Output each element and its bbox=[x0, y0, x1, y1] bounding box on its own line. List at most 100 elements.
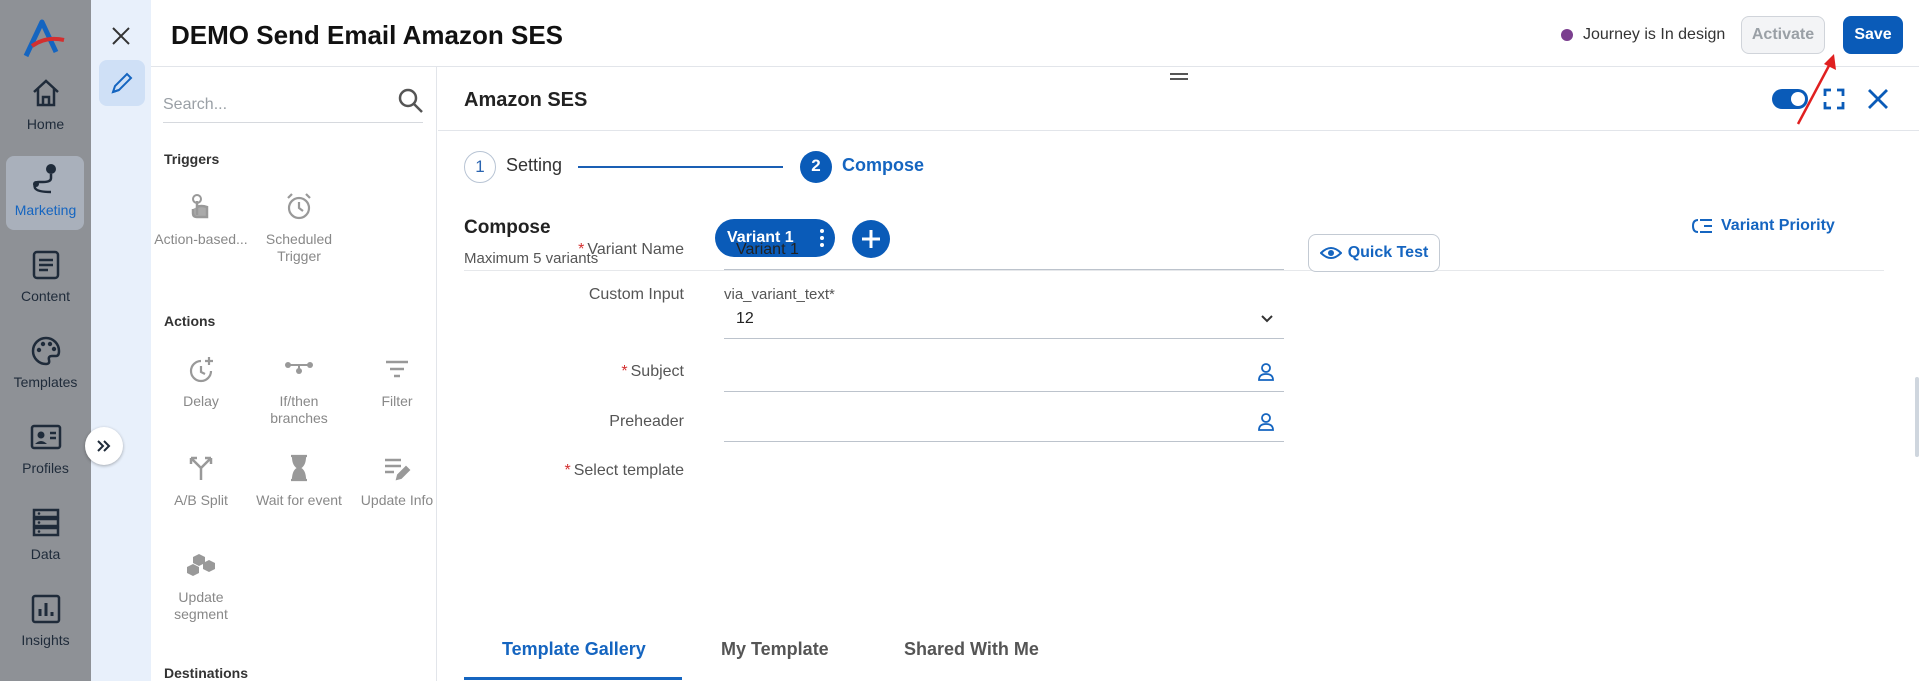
required-asterisk: * bbox=[564, 462, 571, 479]
subject-label: * Subject bbox=[621, 363, 684, 380]
preheader-label-wrap: Preheader bbox=[464, 413, 684, 437]
required-asterisk: * bbox=[621, 363, 628, 380]
filter-icon bbox=[381, 353, 413, 385]
chart-icon bbox=[29, 592, 63, 626]
variant-name-field[interactable]: Variant 1 bbox=[724, 230, 1284, 270]
preheader-field[interactable] bbox=[724, 402, 1284, 442]
branch-icon bbox=[283, 353, 315, 385]
variant-name-label-wrap: * Variant Name bbox=[464, 241, 684, 265]
tab-my-template[interactable]: My Template bbox=[721, 639, 829, 660]
tool-strip bbox=[91, 0, 151, 681]
custom-input-label-wrap: Custom Input bbox=[464, 286, 684, 310]
search-icon[interactable] bbox=[397, 87, 425, 115]
nav-item-profiles[interactable]: Profiles bbox=[0, 420, 91, 500]
panel-toggle[interactable] bbox=[1772, 89, 1808, 109]
tool-update-info[interactable]: Update Info bbox=[349, 452, 436, 509]
step-1-label[interactable]: Setting bbox=[506, 155, 562, 176]
person-icon[interactable] bbox=[1256, 362, 1276, 382]
profile-card-icon bbox=[29, 420, 63, 454]
variant-priority-button[interactable]: Variant Priority bbox=[1691, 217, 1835, 235]
database-icon bbox=[29, 506, 63, 540]
nav-item-marketing[interactable]: Marketing bbox=[0, 156, 91, 242]
segment-icon bbox=[185, 549, 217, 581]
tool-label: Update Info bbox=[360, 492, 434, 508]
person-icon[interactable] bbox=[1256, 412, 1276, 432]
panel-divider bbox=[438, 130, 1919, 131]
tab-template-gallery[interactable]: Template Gallery bbox=[502, 639, 646, 660]
actions-title: Actions bbox=[164, 313, 216, 329]
nav-item-home[interactable]: Home bbox=[0, 76, 91, 156]
variant-name-label: * Variant Name bbox=[578, 241, 684, 258]
nav-item-content[interactable]: Content bbox=[0, 248, 91, 328]
custom-input-label: Custom Input bbox=[588, 286, 684, 303]
search-input[interactable] bbox=[163, 87, 423, 123]
select-template-label-wrap: * Select template bbox=[464, 462, 684, 486]
custom-input-select[interactable]: 12 bbox=[724, 299, 1284, 339]
tool-label: Scheduled Trigger bbox=[265, 231, 333, 264]
tool-update-segment[interactable]: Update segment bbox=[153, 549, 249, 623]
chevron-down-icon bbox=[1260, 312, 1274, 326]
nav-label-data: Data bbox=[30, 546, 61, 562]
tab-shared-with-me[interactable]: Shared With Me bbox=[904, 639, 1039, 660]
tool-wait-for-event[interactable]: Wait for event bbox=[251, 452, 347, 509]
fullscreen-icon[interactable] bbox=[1822, 87, 1846, 111]
preheader-label: Preheader bbox=[609, 413, 684, 430]
tool-label: Delay bbox=[183, 393, 219, 409]
triggers-title: Triggers bbox=[164, 151, 220, 167]
tool-ab-split[interactable]: A/B Split bbox=[153, 452, 249, 509]
step-2-number[interactable]: 2 bbox=[800, 151, 832, 183]
step-2-label[interactable]: Compose bbox=[842, 155, 924, 176]
node-palette: Triggers Action-based... Scheduled Trigg… bbox=[151, 67, 437, 681]
expand-sidebar-button[interactable] bbox=[85, 427, 123, 465]
step-1-number[interactable]: 1 bbox=[464, 151, 496, 183]
hourglass-icon bbox=[283, 452, 315, 484]
edit-pencil-button[interactable] bbox=[99, 60, 145, 106]
close-icon[interactable] bbox=[1866, 87, 1890, 111]
tool-label: Wait for event bbox=[256, 492, 342, 508]
tool-delay[interactable]: Delay bbox=[153, 353, 249, 410]
pencil-icon bbox=[111, 72, 133, 94]
tool-filter[interactable]: Filter bbox=[349, 353, 436, 410]
nav-item-data[interactable]: Data bbox=[0, 506, 91, 586]
status-dot bbox=[1561, 29, 1573, 41]
custom-input-value: 12 bbox=[736, 310, 754, 327]
compose-title: Compose bbox=[464, 217, 551, 238]
tool-action-based[interactable]: Action-based... bbox=[153, 191, 249, 248]
nav-label-marketing: Marketing bbox=[14, 202, 77, 218]
eye-icon bbox=[1319, 247, 1342, 259]
nav-label-home: Home bbox=[26, 116, 65, 132]
save-button[interactable]: Save bbox=[1843, 16, 1903, 54]
nav-label-templates: Templates bbox=[13, 374, 78, 390]
status-text: Journey is In design bbox=[1583, 26, 1726, 43]
edit-list-icon bbox=[381, 452, 413, 484]
tool-label: A/B Split bbox=[174, 492, 228, 508]
journey-header: DEMO Send Email Amazon SES Journey is In… bbox=[151, 0, 1919, 67]
journey-icon bbox=[29, 162, 63, 196]
variant-priority-label: Variant Priority bbox=[1721, 217, 1835, 234]
nav-label-content: Content bbox=[20, 288, 71, 304]
tool-label: If/then branches bbox=[270, 393, 328, 426]
app-logo[interactable] bbox=[22, 18, 68, 60]
tool-scheduled-trigger[interactable]: Scheduled Trigger bbox=[251, 191, 347, 265]
node-config-panel: Amazon SES 1 Setting 2 Compose Compose M… bbox=[438, 67, 1919, 681]
panel-title: Amazon SES bbox=[464, 89, 588, 111]
subject-field[interactable] bbox=[724, 352, 1284, 392]
alarm-clock-icon bbox=[283, 191, 315, 223]
journey-title: DEMO Send Email Amazon SES bbox=[171, 20, 564, 50]
journey-status: Journey is In design bbox=[1561, 26, 1725, 44]
double-chevron-right-icon bbox=[97, 440, 111, 452]
nav-label-insights: Insights bbox=[21, 632, 70, 648]
quick-test-button[interactable]: Quick Test bbox=[1308, 234, 1440, 272]
quick-test-label: Quick Test bbox=[1347, 244, 1429, 261]
scrollbar[interactable] bbox=[1915, 377, 1919, 457]
nav-item-insights[interactable]: Insights bbox=[0, 592, 91, 672]
activate-button[interactable]: Activate bbox=[1741, 16, 1825, 54]
content-icon bbox=[29, 248, 63, 282]
compose-divider bbox=[464, 270, 1884, 271]
close-icon[interactable] bbox=[109, 24, 133, 48]
active-tab-underline bbox=[464, 677, 682, 680]
nav-item-templates[interactable]: Templates bbox=[0, 334, 91, 414]
tool-label: Filter bbox=[381, 393, 413, 409]
tool-if-then[interactable]: If/then branches bbox=[251, 353, 347, 427]
drag-handle[interactable] bbox=[1170, 73, 1188, 83]
